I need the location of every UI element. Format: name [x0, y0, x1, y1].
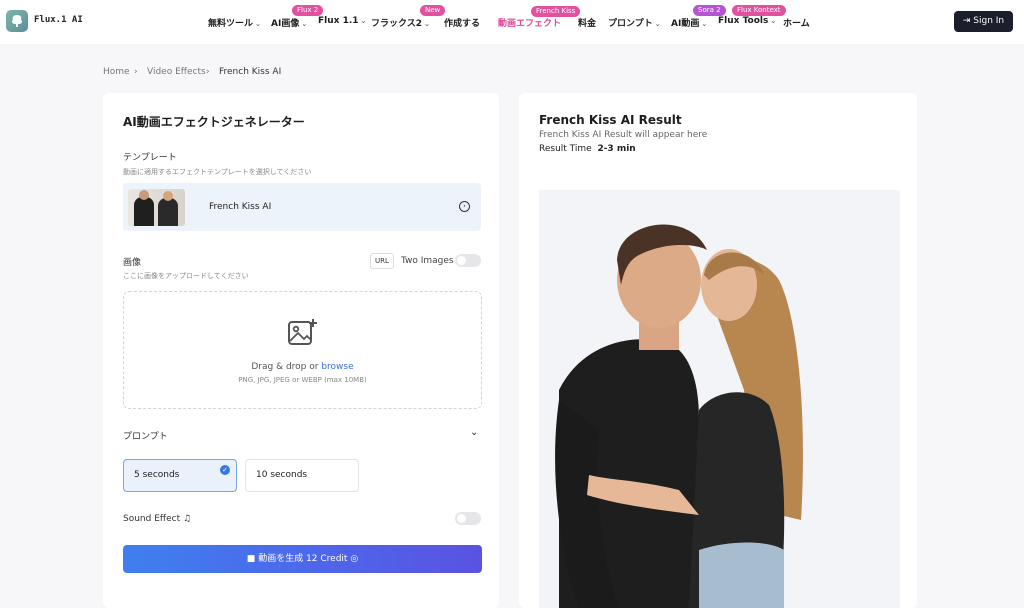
- nav-home[interactable]: ホーム: [783, 16, 810, 29]
- sign-in-icon: ⇥: [962, 16, 971, 26]
- url-button[interactable]: URL: [370, 253, 394, 269]
- top-navbar: Flux.1 AI 無料ツール ⌄ Flux 2 AI画像 ⌄ Flux 1.1 ⌄ …: [0, 0, 1024, 44]
- sign-in-button[interactable]: ⇥ Sign In: [954, 11, 1013, 32]
- dropzone-text: Drag & drop or browse: [251, 362, 354, 372]
- music-note-icon: ♫: [182, 514, 192, 524]
- nav-flux-tools[interactable]: Flux Tools ⌄: [718, 16, 776, 26]
- two-images-toggle[interactable]: [455, 254, 481, 267]
- breadcrumb-video-effects[interactable]: Video Effects: [147, 67, 206, 77]
- chevron-down-icon: ⌄: [301, 20, 308, 28]
- template-selector[interactable]: French Kiss AI ›: [123, 183, 481, 231]
- nav-free-tools[interactable]: 無料ツール ⌄: [208, 16, 261, 29]
- breadcrumb-home[interactable]: Home: [103, 67, 130, 77]
- chevron-down-icon: ⌄: [770, 17, 777, 25]
- nav-badge-flux2: Flux 2: [292, 5, 324, 16]
- check-icon: ✓: [220, 465, 230, 475]
- chevron-down-icon: ⌄: [654, 20, 661, 28]
- template-thumbnail: [128, 189, 185, 226]
- result-time: Result Time 2-3 min: [539, 144, 636, 154]
- dropzone-formats: PNG, JPG, JPEG or WEBP (max 10MB): [238, 376, 367, 384]
- image-dropzone[interactable]: Drag & drop or browse PNG, JPG, JPEG or …: [123, 291, 482, 409]
- sound-effect-label: Sound Effect ♫: [123, 514, 192, 524]
- duration-10s-option[interactable]: 10 seconds: [245, 459, 359, 492]
- template-label: テンプレート: [123, 153, 177, 163]
- nav-flux-11[interactable]: Flux 1.1 ⌄: [318, 16, 366, 26]
- duration-5s-option[interactable]: 5 seconds ✓: [123, 459, 237, 492]
- brand-name[interactable]: Flux.1 AI: [34, 15, 83, 25]
- breadcrumb-separator-icon: ›: [134, 67, 138, 77]
- nav-badge-sora2: Sora 2: [693, 5, 726, 16]
- video-camera-icon: ■: [246, 554, 256, 564]
- generator-panel: AI動画エフェクトジェネレーター テンプレート 動画に適用するエフェクトテンプレ…: [103, 93, 499, 608]
- prompt-toggle-label[interactable]: プロンプト: [123, 429, 168, 442]
- template-name: French Kiss AI: [209, 202, 272, 212]
- nav-pricing[interactable]: 料金: [578, 16, 596, 29]
- breadcrumb-current: French Kiss AI: [219, 67, 282, 77]
- nav-flux2[interactable]: フラックス2 ⌄: [371, 16, 430, 29]
- chevron-down-icon: ⌄: [701, 20, 708, 28]
- result-subtitle: French Kiss AI Result will appear here: [539, 130, 708, 140]
- nav-create[interactable]: 作成する: [444, 16, 480, 29]
- nav-ai-image[interactable]: AI画像 ⌄: [271, 16, 307, 29]
- nav-ai-video[interactable]: AI動画 ⌄: [671, 16, 707, 29]
- nav-badge-flux-kontext: Flux Kontext: [732, 5, 786, 16]
- image-hint: ここに画像をアップロードしてください: [123, 272, 249, 280]
- browse-link[interactable]: browse: [321, 362, 353, 372]
- coins-icon: ◎: [350, 554, 359, 564]
- result-preview-image: [539, 190, 900, 608]
- image-label: 画像: [123, 258, 142, 268]
- two-images-label: Two Images: [401, 256, 454, 266]
- sound-effect-toggle[interactable]: [455, 512, 481, 525]
- arrow-right-circle-icon[interactable]: ›: [459, 201, 470, 212]
- template-hint: 動画に適用するエフェクトテンプレートを選択してください: [123, 168, 312, 176]
- generator-title: AI動画エフェクトジェネレーター: [123, 115, 305, 129]
- nav-badge-new: New: [420, 5, 446, 16]
- image-plus-icon: [288, 319, 317, 345]
- chevron-down-icon: ⌄: [360, 17, 367, 25]
- chevron-down-icon: ⌄: [255, 20, 261, 28]
- chevron-down-icon: ⌄: [424, 20, 430, 28]
- chevron-down-icon[interactable]: ⌄: [470, 427, 478, 438]
- breadcrumb-separator-icon: ›: [206, 67, 210, 77]
- generate-video-button[interactable]: ■ 動画を生成 12 Credit ◎: [123, 545, 482, 573]
- nav-video-effects[interactable]: 動画エフェクト: [498, 16, 561, 29]
- result-title: French Kiss AI Result: [539, 113, 682, 127]
- result-panel: French Kiss AI Result French Kiss AI Res…: [519, 93, 917, 608]
- logo-icon[interactable]: [6, 10, 28, 32]
- nav-prompts[interactable]: プロンプト ⌄: [608, 16, 661, 29]
